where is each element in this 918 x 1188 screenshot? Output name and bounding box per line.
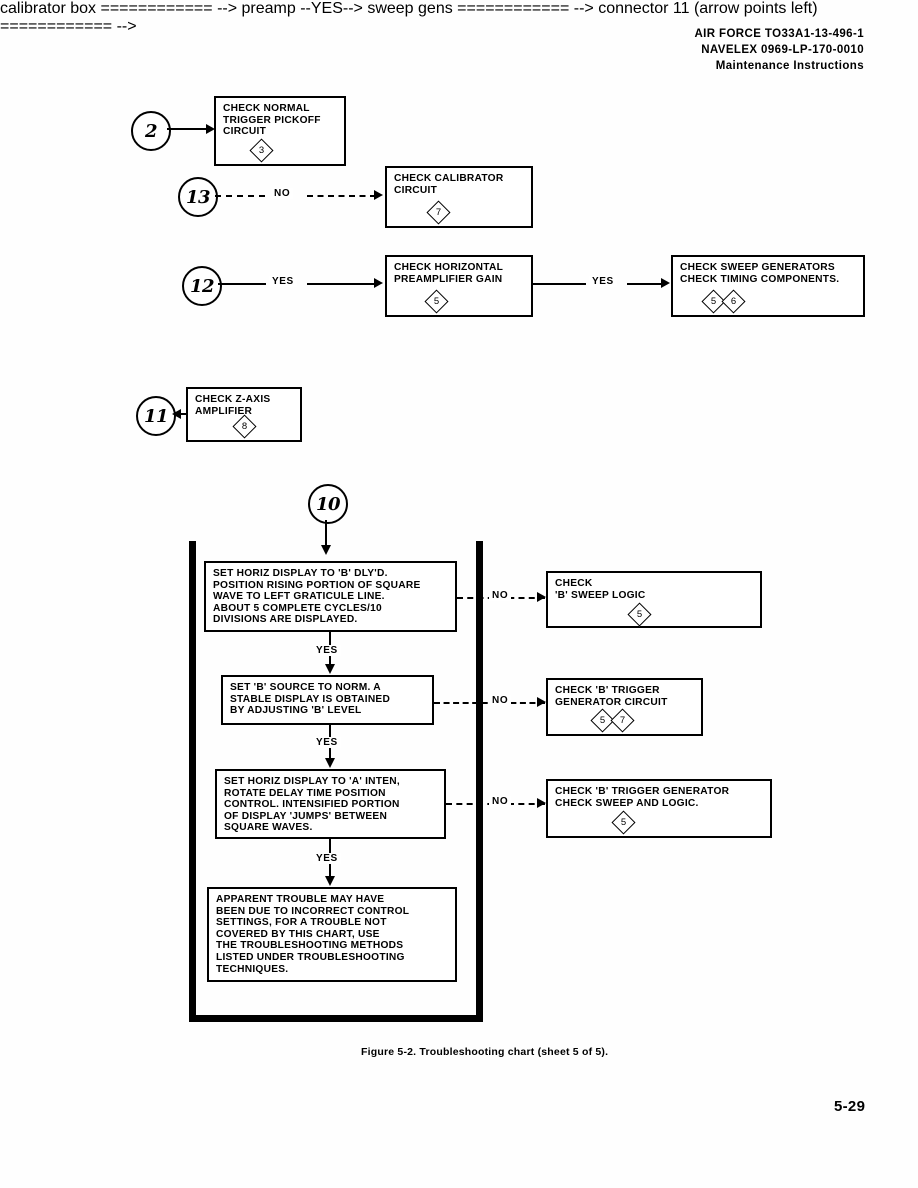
arrowhead-step3 (325, 758, 335, 768)
box-check-calibrator: CHECK CALIBRATOR CIRCUIT (385, 166, 533, 228)
arrowhead-step1-no (537, 592, 546, 602)
box-check-sweep-generators-text: CHECK SWEEP GENERATORS CHECK TIMING COMP… (680, 262, 840, 285)
arrowhead-calibrator (374, 190, 383, 200)
reference-diamond: 3 (249, 138, 274, 163)
box-check-sweep-generators: CHECK SWEEP GENERATORS CHECK TIMING COMP… (671, 255, 865, 317)
branch-label-no-step3: NO (489, 796, 512, 807)
arrowhead-step2 (325, 664, 335, 674)
box-check-z-axis-amplifier-text: CHECK Z-AXIS AMPLIFIER (195, 394, 271, 417)
reference-diamond: 6 (721, 289, 746, 314)
box-step-set-b-source-norm-text: SET 'B' SOURCE TO NORM. A STABLE DISPLAY… (230, 682, 391, 717)
connector-circle-11: 11 (136, 396, 176, 436)
connector-circle-12: 12 (182, 266, 222, 306)
refs-sweep-generators: 5 6 (701, 289, 746, 314)
connector-circle-13: 13 (178, 177, 218, 217)
branch-label-no-step1: NO (489, 590, 512, 601)
page-number: 5-29 (834, 1098, 866, 1115)
refs-horiz-preamp: 5 (424, 289, 449, 314)
arrowhead-sweep-generators (661, 278, 670, 288)
reference-diamond: 7 (610, 708, 635, 733)
refs-b-trigger-generator-circuit: 5 7 (590, 708, 635, 733)
reference-diamond: 5 (611, 810, 636, 835)
branch-label-yes-preamp: YES (589, 276, 617, 287)
reference-diamond: 7 (426, 200, 451, 225)
box-step-set-horiz-a-inten: SET HORIZ DISPLAY TO 'A' INTEN, ROTATE D… (215, 769, 446, 839)
box-conclusion-apparent-trouble: APPARENT TROUBLE MAY HAVE BEEN DUE TO IN… (207, 887, 457, 982)
box-step-set-b-source-norm: SET 'B' SOURCE TO NORM. A STABLE DISPLAY… (221, 675, 434, 725)
bracket-right-rail (476, 541, 483, 1022)
refs-calibrator: 7 (426, 200, 451, 225)
branch-label-no-step2: NO (489, 695, 512, 706)
line-preamp-to-yes-label (533, 283, 586, 286)
branch-label-no-13: NO (271, 188, 294, 199)
line-12-to-yes-label (218, 283, 266, 286)
arrowhead-step3-no (537, 798, 546, 808)
arrowhead-step1 (321, 545, 331, 555)
refs-b-sweep-logic: 5 (627, 602, 652, 627)
refs-b-trigger-generator-sweep-logic: 5 (611, 810, 636, 835)
header-line-navelex: NAVELEX 0969-LP-170-0010 (701, 44, 864, 56)
line-yes-to-preamp (307, 283, 376, 286)
line-13-to-no-label (215, 195, 265, 197)
bracket-bottom-rail (189, 1015, 483, 1022)
document-page: AIR FORCE TO33A1-13-496-1 NAVELEX 0969-L… (0, 0, 918, 1188)
arrowhead-step2-no (537, 697, 546, 707)
bracket-left-rail (189, 541, 196, 1022)
box-conclusion-apparent-trouble-text: APPARENT TROUBLE MAY HAVE BEEN DUE TO IN… (216, 894, 410, 975)
reference-diamond: 5 (627, 602, 652, 627)
refs-z-axis: 8 (232, 414, 257, 439)
box-check-calibrator-text: CHECK CALIBRATOR CIRCUIT (394, 173, 504, 196)
box-step-set-horiz-b-dlyd-text: SET HORIZ DISPLAY TO 'B' DLY'D. POSITION… (213, 568, 421, 626)
arrowhead-conclusion (325, 876, 335, 886)
branch-label-yes-step1: YES (313, 645, 341, 656)
box-check-horizontal-preamp-text: CHECK HORIZONTAL PREAMPLIFIER GAIN (394, 262, 504, 285)
reference-diamond: 5 (424, 289, 449, 314)
reference-diamond: 8 (232, 414, 257, 439)
box-check-normal-trigger: CHECK NORMAL TRIGGER PICKOFF CIRCUIT (214, 96, 346, 166)
arrowhead-connector-11 (172, 409, 181, 419)
box-check-b-trigger-generator-circuit-text: CHECK 'B' TRIGGER GENERATOR CIRCUIT (555, 685, 668, 708)
line-yes-to-sweep-generators (627, 283, 664, 286)
box-check-horizontal-preamp: CHECK HORIZONTAL PREAMPLIFIER GAIN (385, 255, 533, 317)
header-line-maintenance: Maintenance Instructions (715, 60, 864, 72)
box-check-b-trigger-generator-sweep-logic-text: CHECK 'B' TRIGGER GENERATOR CHECK SWEEP … (555, 786, 730, 809)
box-step-set-horiz-a-inten-text: SET HORIZ DISPLAY TO 'A' INTEN, ROTATE D… (224, 776, 400, 834)
branch-label-yes-step2: YES (313, 737, 341, 748)
box-check-b-sweep-logic-text: CHECK 'B' SWEEP LOGIC (555, 578, 646, 601)
document-header: AIR FORCE TO33A1-13-496-1 NAVELEX 0969-L… (694, 26, 864, 74)
box-check-b-sweep-logic: CHECK 'B' SWEEP LOGIC (546, 571, 762, 628)
box-step-set-horiz-b-dlyd: SET HORIZ DISPLAY TO 'B' DLY'D. POSITION… (204, 561, 457, 632)
refs-normal-trigger: 3 (249, 138, 274, 163)
arrowhead-preamp (374, 278, 383, 288)
box-check-normal-trigger-text: CHECK NORMAL TRIGGER PICKOFF CIRCUIT (223, 103, 321, 138)
connector-circle-10: 10 (308, 484, 348, 524)
connector-circle-2: 2 (131, 111, 171, 151)
header-line-air-force: AIR FORCE TO33A1-13-496-1 (694, 28, 864, 40)
figure-caption: Figure 5-2. Troubleshooting chart (sheet… (361, 1046, 609, 1058)
branch-label-yes-step3: YES (313, 853, 341, 864)
branch-label-yes-12: YES (269, 276, 297, 287)
box-check-b-trigger-generator-sweep-logic: CHECK 'B' TRIGGER GENERATOR CHECK SWEEP … (546, 779, 772, 838)
line-no-to-calibrator (307, 195, 376, 197)
